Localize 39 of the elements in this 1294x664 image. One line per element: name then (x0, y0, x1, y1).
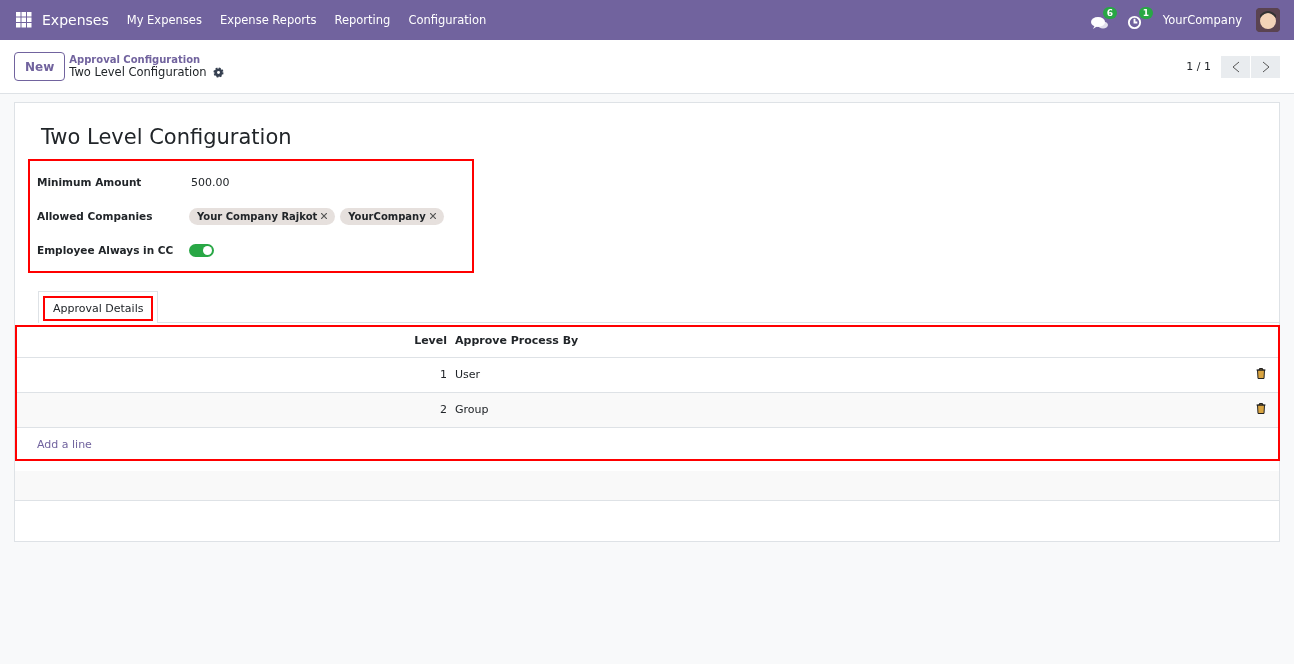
app-name[interactable]: Expenses (42, 12, 109, 28)
avatar-icon[interactable] (1256, 8, 1280, 32)
close-icon[interactable] (321, 213, 328, 219)
table-cell: Group (451, 392, 1135, 427)
menu-item[interactable]: My Expenses (126, 13, 202, 27)
toggle-switch[interactable] (189, 243, 214, 257)
record-name: Two Level Configuration (69, 65, 207, 79)
clock-icon[interactable] (1126, 15, 1142, 30)
apps-grid-icon[interactable] (16, 12, 32, 28)
company-name[interactable]: YourCompany (1162, 13, 1242, 27)
trash-icon[interactable] (1256, 367, 1266, 379)
table-cell: User (451, 357, 1135, 392)
chevron-left-icon (1231, 60, 1240, 73)
gear-icon[interactable] (212, 66, 224, 78)
field-label: Allowed Companies (37, 210, 154, 222)
table-cell: 2 (15, 392, 451, 427)
field-value[interactable]: 500.00 (189, 175, 230, 189)
new-button[interactable]: New (14, 52, 66, 81)
column-header[interactable]: Level (15, 325, 451, 357)
field-label: Minimum Amount (37, 176, 143, 188)
close-icon[interactable] (429, 213, 436, 219)
tag-label: Your Company Rajkot (197, 210, 318, 222)
menu-item[interactable]: Expense Reports (219, 13, 317, 27)
tab[interactable]: Approval Details (38, 291, 159, 323)
column-header[interactable]: Approve Process By (451, 325, 1135, 357)
trash-icon[interactable] (1256, 402, 1266, 414)
table-cell: 1 (15, 357, 451, 392)
pager-value: 1 / 1 (1186, 60, 1211, 73)
menu-item[interactable]: Reporting (334, 13, 391, 27)
activity-count-badge: 1 (1138, 7, 1153, 19)
breadcrumb-link[interactable]: Approval Configuration (69, 54, 224, 65)
message-count-badge: 6 (1102, 7, 1117, 19)
tag-label: YourCompany (348, 210, 426, 222)
chat-icon[interactable] (1090, 16, 1109, 30)
add-line-link[interactable]: Add a line (37, 437, 92, 451)
menu-item[interactable]: Configuration (408, 13, 487, 27)
field-label: Employee Always in CC (37, 244, 175, 256)
form-title: Two Level Configuration (41, 125, 293, 149)
chevron-right-icon (1261, 60, 1270, 73)
